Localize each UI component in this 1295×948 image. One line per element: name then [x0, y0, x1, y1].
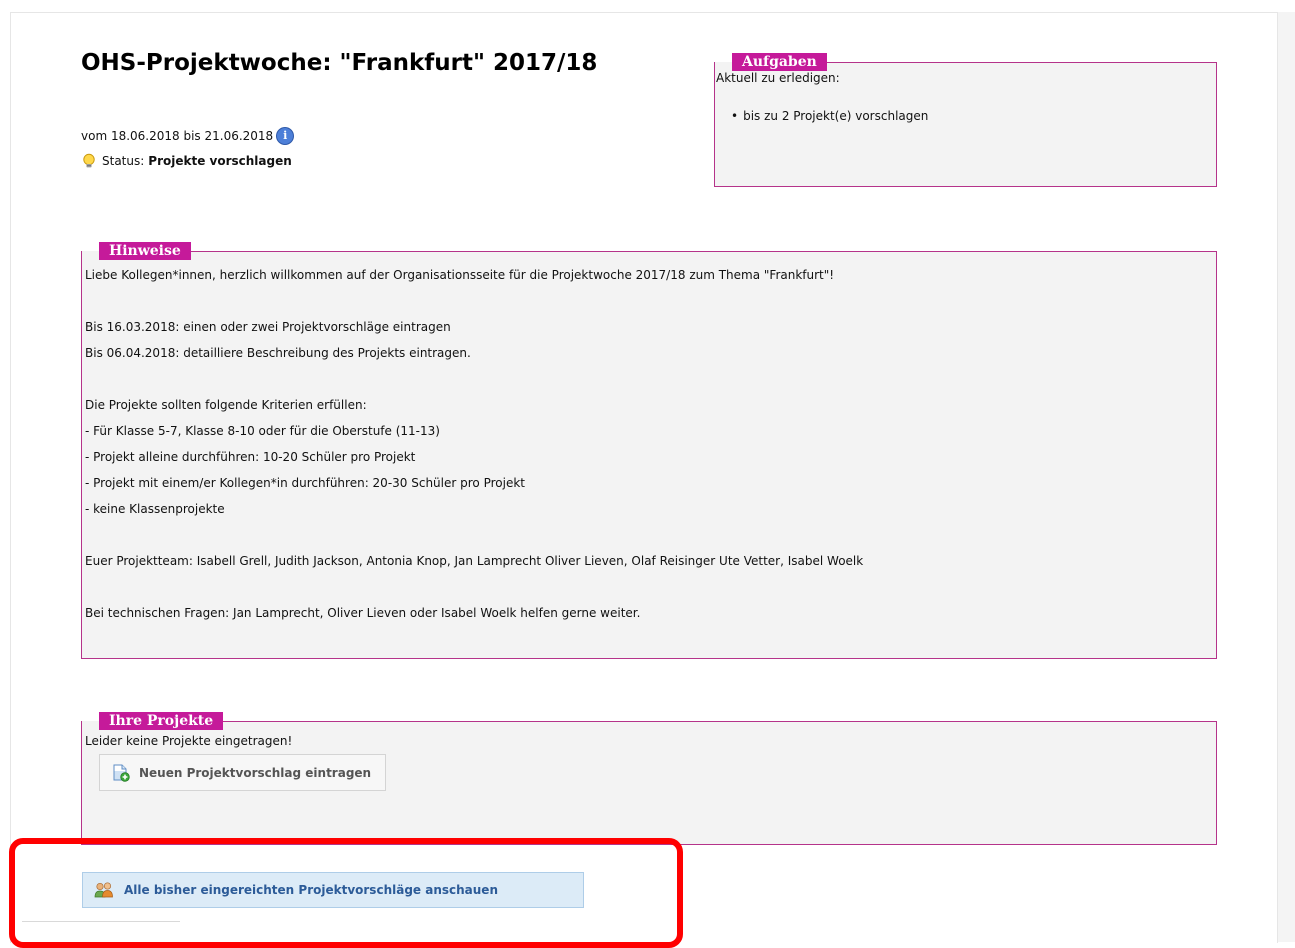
new-project-proposal-label: Neuen Projektvorschlag eintragen — [139, 765, 372, 780]
aufgaben-legend-label: Aufgaben — [732, 53, 827, 71]
hinweise-legend-label: Hinweise — [99, 242, 191, 260]
hinweise-line: Euer Projektteam: Isabell Grell, Judith … — [85, 554, 864, 568]
status-line: Status: Projekte vorschlagen — [81, 153, 292, 169]
hinweise-text: Liebe Kollegen*innen, herzlich willkomme… — [82, 260, 1216, 626]
hinweise-line: - Projekt alleine durchführen: 10-20 Sch… — [85, 450, 416, 464]
date-range-text: vom 18.06.2018 bis 21.06.2018 — [81, 129, 274, 143]
hinweise-line: - Projekt mit einem/er Kollegen*in durch… — [85, 476, 525, 490]
status-value: Projekte vorschlagen — [148, 154, 292, 168]
hinweise-line: Liebe Kollegen*innen, herzlich willkomme… — [85, 268, 835, 282]
aufgaben-intro: Aktuell zu erledigen: — [715, 71, 1216, 85]
aufgaben-legend: Aufgaben — [715, 53, 827, 71]
hinweise-line: - keine Klassenprojekte — [85, 502, 225, 516]
scrollbar-track[interactable] — [1278, 12, 1295, 942]
hinweise-line: Die Projekte sollten folgende Kriterien … — [85, 398, 367, 412]
aufgaben-intro-text: Aktuell zu erledigen: — [716, 71, 840, 85]
aufgaben-item: bis zu 2 Projekt(e) vorschlagen — [731, 109, 1216, 123]
projekte-legend-label: Ihre Projekte — [99, 712, 224, 730]
hinweise-line — [85, 522, 1216, 548]
hinweise-line — [85, 288, 1216, 314]
aufgaben-panel: Aufgaben Aktuell zu erledigen: bis zu 2 … — [714, 53, 1217, 187]
hinweise-line — [85, 366, 1216, 392]
hinweise-line: Bis 06.04.2018: detailliere Beschreibung… — [85, 346, 471, 360]
hinweise-legend: Hinweise — [82, 242, 191, 260]
ihre-projekte-panel: Ihre Projekte Leider keine Projekte eing… — [81, 712, 1217, 845]
hinweise-panel: Hinweise Liebe Kollegen*innen, herzlich … — [81, 242, 1217, 659]
page-title: OHS-Projektwoche: "Frankfurt" 2017/18 — [81, 50, 598, 76]
lightbulb-icon — [83, 153, 95, 168]
status-label: Status: — [102, 154, 145, 168]
highlight-annotation — [9, 838, 683, 948]
hinweise-line: Bei technischen Fragen: Jan Lamprecht, O… — [85, 606, 641, 620]
hinweise-line: - Für Klasse 5-7, Klasse 8-10 oder für d… — [85, 424, 440, 438]
hinweise-line — [85, 574, 1216, 600]
add-document-icon — [113, 764, 130, 782]
hinweise-line: Bis 16.03.2018: einen oder zwei Projektv… — [85, 320, 451, 334]
new-project-proposal-button[interactable]: Neuen Projektvorschlag eintragen — [99, 754, 387, 791]
projekte-legend: Ihre Projekte — [82, 712, 224, 730]
aufgaben-list: bis zu 2 Projekt(e) vorschlagen — [715, 109, 1216, 123]
info-icon[interactable]: i — [276, 127, 295, 145]
divider — [22, 921, 180, 922]
no-projects-text: Leider keine Projekte eingetragen! — [85, 734, 293, 748]
date-range: vom 18.06.2018 bis 21.06.2018 i — [81, 127, 295, 145]
